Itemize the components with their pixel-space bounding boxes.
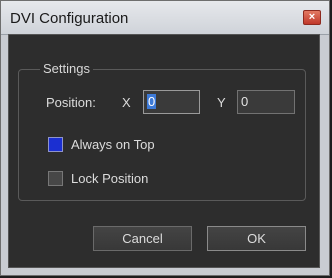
close-icon: × [308, 11, 316, 23]
cancel-button[interactable]: Cancel [93, 226, 192, 251]
position-label: Position: [46, 95, 96, 110]
lock-position-checkbox[interactable] [48, 171, 63, 186]
close-button[interactable]: × [303, 10, 321, 25]
ok-button[interactable]: OK [207, 226, 306, 251]
window-title: DVI Configuration [10, 10, 129, 27]
title-bar[interactable]: DVI Configuration × [1, 1, 329, 35]
x-position-value: 0 [147, 94, 157, 109]
lock-position-label[interactable]: Lock Position [71, 171, 148, 186]
always-on-top-label[interactable]: Always on Top [71, 137, 155, 152]
y-position-input[interactable]: 0 [237, 90, 295, 114]
x-label: X [122, 95, 131, 110]
x-position-input[interactable]: 0 [143, 90, 200, 114]
settings-group-label: Settings [40, 62, 93, 76]
always-on-top-checkbox[interactable] [48, 137, 63, 152]
y-position-value: 0 [241, 94, 249, 109]
y-label: Y [217, 95, 226, 110]
